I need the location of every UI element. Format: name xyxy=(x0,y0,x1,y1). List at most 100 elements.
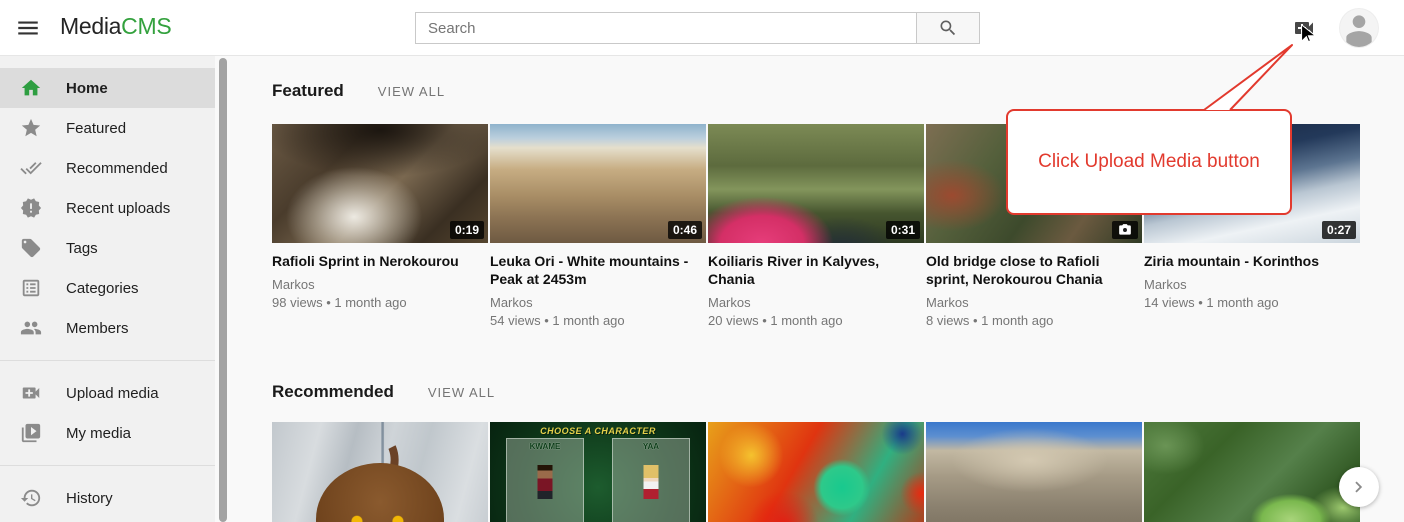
media-author[interactable]: Markos xyxy=(1144,277,1360,292)
sidebar-item-tags[interactable]: Tags xyxy=(0,228,215,268)
thumbnail-overlay-text: YAA xyxy=(613,442,689,451)
media-card: 0:46 Leuka Ori - White mountains - Peak … xyxy=(490,124,706,328)
media-meta: 20 views • 1 month ago xyxy=(708,313,924,328)
duration-badge: 0:46 xyxy=(668,221,702,239)
section-title: Featured xyxy=(272,81,344,101)
media-thumbnail[interactable] xyxy=(708,422,924,522)
sidebar-item-categories[interactable]: Categories xyxy=(0,268,215,308)
media-author[interactable]: Markos xyxy=(708,295,924,310)
list-alt-icon xyxy=(20,277,42,299)
thumbnail-overlay-text: CHOOSE A CHARACTER xyxy=(490,426,706,436)
search-icon xyxy=(938,18,958,38)
media-author[interactable]: Markos xyxy=(926,295,1142,310)
recommended-section-header: Recommended VIEW ALL xyxy=(272,382,495,402)
media-meta: 54 views • 1 month ago xyxy=(490,313,706,328)
featured-view-all-link[interactable]: VIEW ALL xyxy=(378,84,445,99)
media-author[interactable]: Markos xyxy=(272,277,488,292)
video-library-icon xyxy=(20,422,42,444)
search-bar xyxy=(415,12,980,44)
sidebar-item-label: My media xyxy=(66,425,131,442)
media-card xyxy=(1144,422,1360,522)
sidebar-item-my-media[interactable]: My media xyxy=(0,413,215,453)
sidebar-item-label: Home xyxy=(66,80,108,97)
media-title[interactable]: Leuka Ori - White mountains - Peak at 24… xyxy=(490,252,706,288)
thumbnail-overlay-text: KWAME xyxy=(507,442,583,451)
annotation-text: Click Upload Media button xyxy=(1038,151,1260,173)
game-character xyxy=(644,465,659,499)
media-author[interactable]: Markos xyxy=(490,295,706,310)
done-all-icon xyxy=(20,157,42,179)
media-card xyxy=(926,422,1142,522)
history-icon xyxy=(20,487,42,509)
star-icon xyxy=(20,117,42,139)
media-thumbnail[interactable] xyxy=(926,422,1142,522)
sidebar-item-recent-uploads[interactable]: Recent uploads xyxy=(0,188,215,228)
sidebar-item-history[interactable]: History xyxy=(0,478,215,518)
media-card xyxy=(708,422,924,522)
duration-badge: 0:19 xyxy=(450,221,484,239)
person-icon xyxy=(1340,9,1378,47)
media-title[interactable]: Koiliaris River in Kalyves, Chania xyxy=(708,252,924,288)
game-character xyxy=(538,465,553,499)
featured-section-header: Featured VIEW ALL xyxy=(272,81,445,101)
sidebar-item-label: Recent uploads xyxy=(66,200,170,217)
menu-icon[interactable] xyxy=(14,15,42,41)
media-title[interactable]: Ziria mountain - Korinthos xyxy=(1144,252,1360,270)
media-title[interactable]: Old bridge close to Rafioli sprint, Nero… xyxy=(926,252,1142,288)
media-title[interactable]: Rafioli Sprint in Nerokourou xyxy=(272,252,488,270)
top-header: MediaCMS xyxy=(0,0,1404,56)
sidebar: Home Featured Recommended Recent uploads… xyxy=(0,56,215,522)
image-type-badge xyxy=(1112,221,1138,239)
tag-icon xyxy=(20,237,42,259)
media-meta: 8 views • 1 month ago xyxy=(926,313,1142,328)
thumbnail-panel: KWAME Selected xyxy=(506,438,584,522)
thumbnail-panel: YAA Select xyxy=(612,438,690,522)
logo-prefix: Media xyxy=(60,13,121,39)
chevron-right-icon xyxy=(1348,476,1370,498)
media-card: CHOOSE A CHARACTER KWAME Selected YAA Se… xyxy=(490,422,706,522)
camera-icon xyxy=(1118,223,1132,237)
sidebar-item-featured[interactable]: Featured xyxy=(0,108,215,148)
sidebar-item-label: History xyxy=(66,490,113,507)
upload-media-icon[interactable] xyxy=(1291,16,1317,40)
sidebar-item-label: Upload media xyxy=(66,385,159,402)
section-title: Recommended xyxy=(272,382,394,402)
user-avatar[interactable] xyxy=(1340,9,1378,47)
sidebar-item-upload-media[interactable]: Upload media xyxy=(0,373,215,413)
media-card: 0:31 Koiliaris River in Kalyves, Chania … xyxy=(708,124,924,328)
sidebar-divider xyxy=(0,360,215,361)
mediacms-logo[interactable]: MediaCMS xyxy=(60,13,171,40)
search-button[interactable] xyxy=(916,12,980,44)
logo-suffix: CMS xyxy=(121,13,171,39)
sidebar-scrollbar[interactable] xyxy=(219,58,227,522)
sidebar-item-label: Tags xyxy=(66,240,98,257)
annotation-callout: Click Upload Media button xyxy=(1006,109,1292,215)
duration-badge: 0:31 xyxy=(886,221,920,239)
media-thumbnail[interactable]: 0:31 xyxy=(708,124,924,243)
people-icon xyxy=(20,317,42,339)
carousel-next-button[interactable] xyxy=(1339,467,1379,507)
sidebar-divider xyxy=(0,465,215,466)
search-input[interactable] xyxy=(415,12,916,44)
sidebar-item-label: Categories xyxy=(66,280,139,297)
media-thumbnail[interactable]: 0:46 xyxy=(490,124,706,243)
video-call-icon xyxy=(20,382,42,404)
sidebar-item-recommended[interactable]: Recommended xyxy=(0,148,215,188)
mediacms-home-page: MediaCMS Home Featured Recommended xyxy=(0,0,1404,522)
sidebar-item-label: Recommended xyxy=(66,160,168,177)
media-card: 0:19 Rafioli Sprint in Nerokourou Markos… xyxy=(272,124,488,328)
media-card xyxy=(272,422,488,522)
sidebar-item-home[interactable]: Home xyxy=(0,68,215,108)
sidebar-item-label: Featured xyxy=(66,120,126,137)
sidebar-item-members[interactable]: Members xyxy=(0,308,215,348)
media-thumbnail[interactable] xyxy=(1144,422,1360,522)
media-thumbnail[interactable]: CHOOSE A CHARACTER KWAME Selected YAA Se… xyxy=(490,422,706,522)
media-meta: 14 views • 1 month ago xyxy=(1144,295,1360,310)
media-thumbnail[interactable] xyxy=(272,422,488,522)
sidebar-item-label: Members xyxy=(66,320,129,337)
recommended-view-all-link[interactable]: VIEW ALL xyxy=(428,385,495,400)
media-thumbnail[interactable]: 0:19 xyxy=(272,124,488,243)
duration-badge: 0:27 xyxy=(1322,221,1356,239)
new-releases-icon xyxy=(20,197,42,219)
media-meta: 98 views • 1 month ago xyxy=(272,295,488,310)
